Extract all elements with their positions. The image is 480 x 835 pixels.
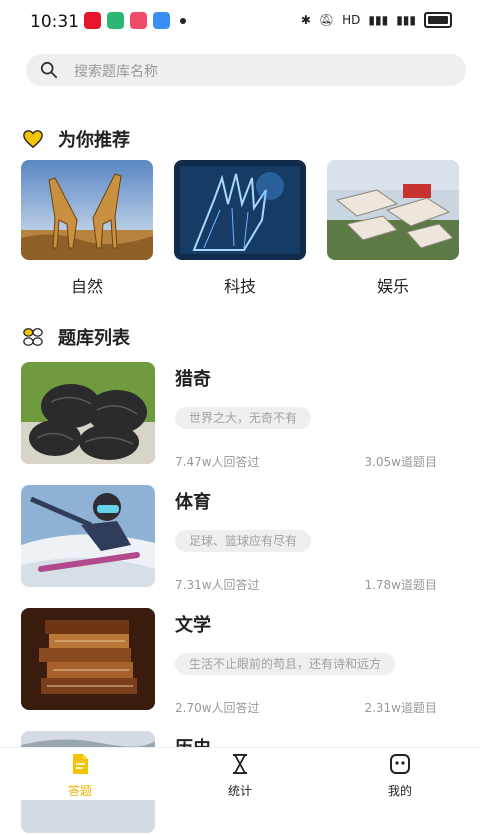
heart-icon: [23, 130, 43, 149]
item-title: 文学: [175, 615, 211, 636]
status-bar: 10:31 ✱ 🔕︎ HD ▮▮▮ ▮▮▮: [0, 0, 480, 44]
mute-icon: 🔕︎: [318, 13, 335, 27]
recommend-card-entertainment[interactable]: 娱乐: [327, 160, 459, 296]
tab-mine[interactable]: 我的: [370, 752, 430, 799]
app-icon: [107, 12, 124, 29]
recommend-label: 自然: [70, 277, 103, 296]
answer-count: 7.47w人回答过: [175, 455, 260, 469]
system-icons: ✱ 🔕︎ HD ▮▮▮ ▮▮▮: [301, 12, 452, 28]
tab-answer[interactable]: 答题: [50, 752, 110, 799]
recommend-card-nature[interactable]: 自然: [21, 160, 153, 296]
signal-icon: ▮▮▮: [368, 13, 389, 27]
video-icon: [130, 12, 147, 29]
recommend-header: 为你推荐: [22, 127, 130, 151]
clock: 10:31: [30, 12, 79, 32]
battery-icon: [424, 12, 452, 28]
grid-icon: [23, 328, 43, 346]
section-title: 题库列表: [58, 328, 130, 349]
answer-count: 2.70w人回答过: [175, 701, 260, 715]
bluetooth-icon: ✱: [300, 13, 311, 27]
tab-label: 统计: [227, 784, 252, 798]
signal-icon-2: ▮▮▮: [396, 13, 416, 27]
question-count: 2.31w道题目: [364, 701, 437, 715]
literature-image: [21, 608, 155, 710]
more-notifications-icon: [180, 17, 186, 24]
nature-image: [21, 160, 153, 260]
item-tag: 生活不止眼前的苟且，还有诗和远方: [175, 653, 396, 675]
section-title: 为你推荐: [58, 130, 130, 151]
item-tag: 世界之大，无奇不有: [175, 407, 312, 429]
notification-icons: [84, 12, 186, 29]
recommend-label: 科技: [223, 277, 256, 296]
document-icon: [73, 754, 88, 774]
item-title: 体育: [175, 492, 211, 513]
list-item[interactable]: 猎奇 世界之大，无奇不有 7.47w人回答过 3.05w道题目: [21, 362, 461, 469]
curiosity-image: [21, 362, 155, 464]
profile-icon: [390, 754, 410, 774]
bottom-tab-bar: 答题 统计 我的: [0, 747, 480, 800]
recommend-label: 娱乐: [376, 277, 409, 296]
question-count: 3.05w道题目: [364, 455, 437, 469]
hourglass-icon: [233, 754, 247, 774]
search-bar[interactable]: 搜索题库名称: [26, 54, 466, 86]
item-title: 猎奇: [175, 369, 211, 390]
weibo-icon: [84, 12, 101, 29]
tab-label: 我的: [387, 784, 412, 798]
recommend-card-tech[interactable]: 科技: [174, 160, 306, 296]
item-tag: 足球、篮球应有尽有: [175, 530, 312, 552]
list-item[interactable]: 体育 足球、篮球应有尽有 7.31w人回答过 1.78w道题目: [21, 485, 461, 592]
sports-image: [21, 485, 155, 587]
tab-label: 答题: [67, 784, 92, 798]
network-label: HD: [342, 13, 361, 27]
list-header: 题库列表: [22, 325, 130, 349]
tab-stats[interactable]: 统计: [210, 752, 270, 799]
answer-count: 7.31w人回答过: [175, 578, 260, 592]
search-icon: [40, 61, 58, 79]
tech-image: [174, 160, 306, 260]
chat-icon: [153, 12, 170, 29]
entertainment-image: [327, 160, 459, 260]
list-item[interactable]: 文学 生活不止眼前的苟且，还有诗和远方 2.70w人回答过 2.31w道题目: [21, 608, 461, 715]
question-count: 1.78w道题目: [364, 578, 437, 592]
search-input[interactable]: 搜索题库名称: [74, 61, 158, 81]
